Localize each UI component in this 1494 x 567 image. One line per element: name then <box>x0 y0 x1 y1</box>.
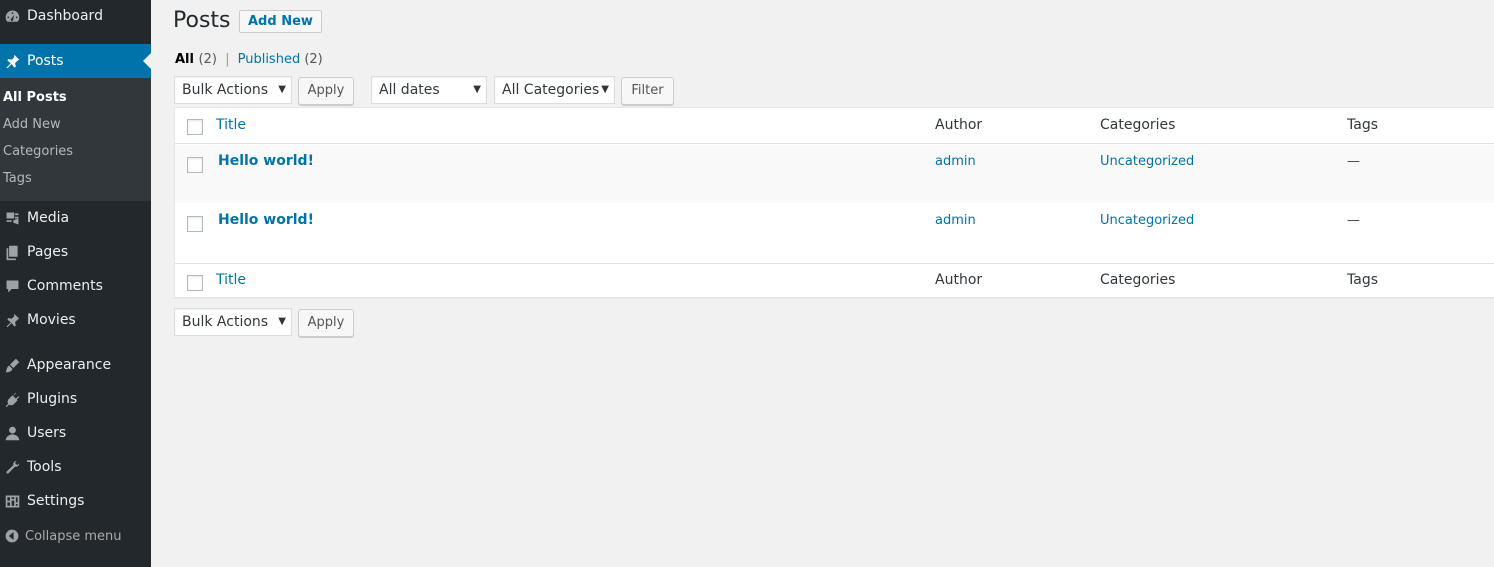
column-footer-tags: Tags <box>1347 272 1378 288</box>
date-filter-select[interactable]: All dates ▼ <box>371 76 487 104</box>
filter-button[interactable]: Filter <box>621 77 674 105</box>
column-header-title[interactable]: Title <box>216 117 246 133</box>
post-tags: — <box>1347 154 1360 169</box>
column-footer-title[interactable]: Title <box>216 272 246 288</box>
sidebar-item-label: Pages <box>27 244 69 260</box>
pushpin-icon <box>2 312 22 329</box>
bulk-actions-select-bottom[interactable]: Bulk Actions ▼ <box>174 308 292 336</box>
column-footer-author: Author <box>935 272 983 288</box>
sidebar-item-plugins[interactable]: Plugins <box>0 382 151 416</box>
submenu-tags[interactable]: Tags <box>3 171 32 186</box>
row-checkbox[interactable] <box>187 157 203 173</box>
submenu-add-new[interactable]: Add New <box>3 117 61 132</box>
post-author-link[interactable]: admin <box>935 213 976 228</box>
settings-icon <box>2 493 22 510</box>
apply-button-top[interactable]: Apply <box>298 77 354 105</box>
post-tags: — <box>1347 213 1360 228</box>
column-footer-categories: Categories <box>1100 272 1176 288</box>
post-author-link[interactable]: admin <box>935 154 976 169</box>
column-header-tags: Tags <box>1347 117 1378 133</box>
post-title-link[interactable]: Hello world! <box>218 212 314 228</box>
row-checkbox[interactable] <box>187 216 203 232</box>
plug-icon <box>2 391 22 408</box>
dropdown-arrow-icon: ▼ <box>601 84 609 95</box>
sidebar-item-comments[interactable]: Comments <box>0 269 151 303</box>
column-header-categories: Categories <box>1100 117 1176 133</box>
sidebar-item-appearance[interactable]: Appearance <box>0 348 151 382</box>
page-title: Posts <box>173 8 231 33</box>
select-all-checkbox-footer[interactable] <box>187 275 203 291</box>
sidebar-item-dashboard[interactable]: Dashboard <box>0 0 151 33</box>
sidebar-item-label: Settings <box>27 493 85 509</box>
user-icon <box>2 425 22 442</box>
media-icon <box>2 210 22 227</box>
submenu-all-posts[interactable]: All Posts <box>3 90 67 105</box>
posts-table: Title Author Categories Tags Hello world… <box>174 107 1494 298</box>
view-all-link[interactable]: All (2) <box>175 52 217 67</box>
table-header-row: Title Author Categories Tags <box>175 108 1494 144</box>
wrench-icon <box>2 459 22 476</box>
post-status-views: All (2) | Published (2) <box>175 52 323 67</box>
sidebar-item-label: Posts <box>27 53 64 69</box>
pushpin-icon <box>2 53 22 70</box>
dropdown-arrow-icon: ▼ <box>278 84 286 95</box>
sidebar-item-settings[interactable]: Settings <box>0 484 151 518</box>
sidebar-item-label: Tools <box>27 459 62 475</box>
collapse-menu-button[interactable]: Collapse menu <box>0 524 151 548</box>
select-all-checkbox[interactable] <box>187 119 203 135</box>
comment-icon <box>2 278 22 295</box>
post-category-link[interactable]: Uncategorized <box>1100 213 1194 228</box>
sidebar-item-label: Appearance <box>27 357 112 373</box>
sidebar-item-label: Dashboard <box>27 8 103 24</box>
add-new-button[interactable]: Add New <box>239 10 322 33</box>
sidebar-item-pages[interactable]: Pages <box>0 235 151 269</box>
table-row: Hello world! admin Uncategorized — <box>175 145 1494 203</box>
sidebar-item-label: Movies <box>27 312 76 328</box>
sidebar-item-tools[interactable]: Tools <box>0 450 151 484</box>
submenu-categories[interactable]: Categories <box>3 144 73 159</box>
collapse-arrow-icon <box>2 528 22 544</box>
sidebar-item-media[interactable]: Media <box>0 201 151 235</box>
collapse-menu-label: Collapse menu <box>25 528 122 544</box>
sidebar-item-label: Plugins <box>27 391 78 407</box>
paintbrush-icon <box>2 357 22 374</box>
sidebar-item-label: Comments <box>27 278 103 294</box>
dashboard-icon <box>2 8 22 25</box>
post-title-link[interactable]: Hello world! <box>218 153 314 169</box>
bulk-actions-select-top[interactable]: Bulk Actions ▼ <box>174 76 292 104</box>
sidebar-item-users[interactable]: Users <box>0 416 151 450</box>
views-separator: | <box>225 52 230 67</box>
pages-icon <box>2 244 22 261</box>
sidebar-item-label: Media <box>27 210 70 226</box>
view-published-link[interactable]: Published (2) <box>238 52 323 67</box>
dropdown-arrow-icon: ▼ <box>278 316 286 327</box>
sidebar-item-label: Users <box>27 425 67 441</box>
table-row: Hello world! admin Uncategorized — <box>175 203 1494 262</box>
apply-button-bottom[interactable]: Apply <box>298 309 354 337</box>
dropdown-arrow-icon: ▼ <box>473 84 481 95</box>
sidebar-item-movies[interactable]: Movies <box>0 303 151 337</box>
posts-submenu: All Posts Add New Categories Tags <box>0 78 151 201</box>
column-header-author: Author <box>935 117 983 133</box>
admin-sidebar: Dashboard Posts All Posts Add New Catego… <box>0 0 151 567</box>
table-footer-row: Title Author Categories Tags <box>175 263 1494 299</box>
main-content: Posts Add New All (2) | Published (2) Bu… <box>151 0 1494 567</box>
category-filter-select[interactable]: All Categories ▼ <box>494 76 615 104</box>
sidebar-item-posts[interactable]: Posts <box>0 44 151 78</box>
post-category-link[interactable]: Uncategorized <box>1100 154 1194 169</box>
